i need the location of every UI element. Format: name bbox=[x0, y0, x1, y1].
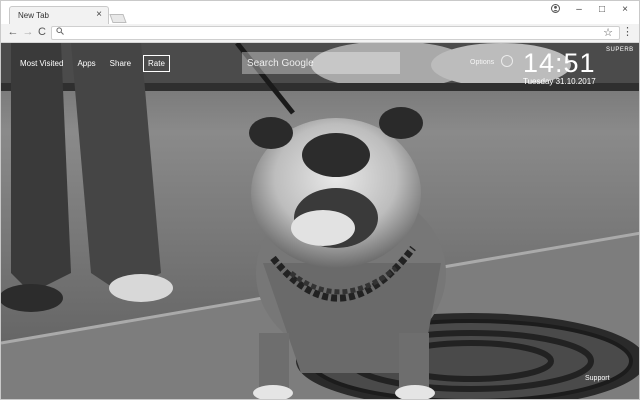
maximize-icon[interactable]: □ bbox=[594, 4, 610, 15]
minimize-icon[interactable]: – bbox=[571, 4, 587, 15]
forward-icon[interactable]: → bbox=[22, 26, 34, 38]
search-icon bbox=[56, 27, 64, 37]
clock-date: Tuesday 31.10.2017 bbox=[523, 77, 596, 86]
reload-icon[interactable]: C bbox=[36, 26, 48, 38]
tab-new-tab[interactable]: New Tab × bbox=[9, 6, 109, 25]
google-search-box[interactable] bbox=[242, 52, 400, 74]
bookmark-star-icon[interactable]: ☆ bbox=[603, 26, 613, 39]
share-link[interactable]: Share bbox=[110, 55, 131, 72]
search-input[interactable] bbox=[242, 52, 400, 74]
clock-time: 14:51 bbox=[523, 48, 596, 78]
profile-icon[interactable] bbox=[547, 4, 563, 16]
options-link[interactable]: Options bbox=[470, 59, 494, 66]
options-toggle-icon[interactable] bbox=[501, 55, 513, 67]
browser-menu-icon[interactable]: ⋮ bbox=[622, 25, 633, 38]
brand-label: SUPERB bbox=[606, 47, 634, 53]
back-icon[interactable]: ← bbox=[7, 26, 19, 38]
rate-button[interactable]: Rate bbox=[143, 55, 170, 72]
tab-close-icon[interactable]: × bbox=[96, 9, 102, 20]
tab-strip: New Tab × – □ × bbox=[0, 0, 640, 25]
address-bar[interactable]: ☆ bbox=[51, 26, 620, 40]
top-nav: Most Visited Apps Share Rate bbox=[20, 55, 170, 72]
browser-toolbar: ← → C ☆ ⋮ bbox=[0, 24, 640, 43]
apps-link[interactable]: Apps bbox=[77, 55, 95, 72]
background-photo bbox=[1, 43, 639, 399]
tab-title: New Tab bbox=[18, 11, 49, 20]
new-tab-page: Most Visited Apps Share Rate Options 14:… bbox=[0, 43, 640, 400]
close-window-icon[interactable]: × bbox=[617, 4, 633, 15]
most-visited-link[interactable]: Most Visited bbox=[20, 55, 63, 72]
support-link[interactable]: Support bbox=[585, 375, 610, 382]
new-tab-button[interactable] bbox=[109, 14, 127, 23]
